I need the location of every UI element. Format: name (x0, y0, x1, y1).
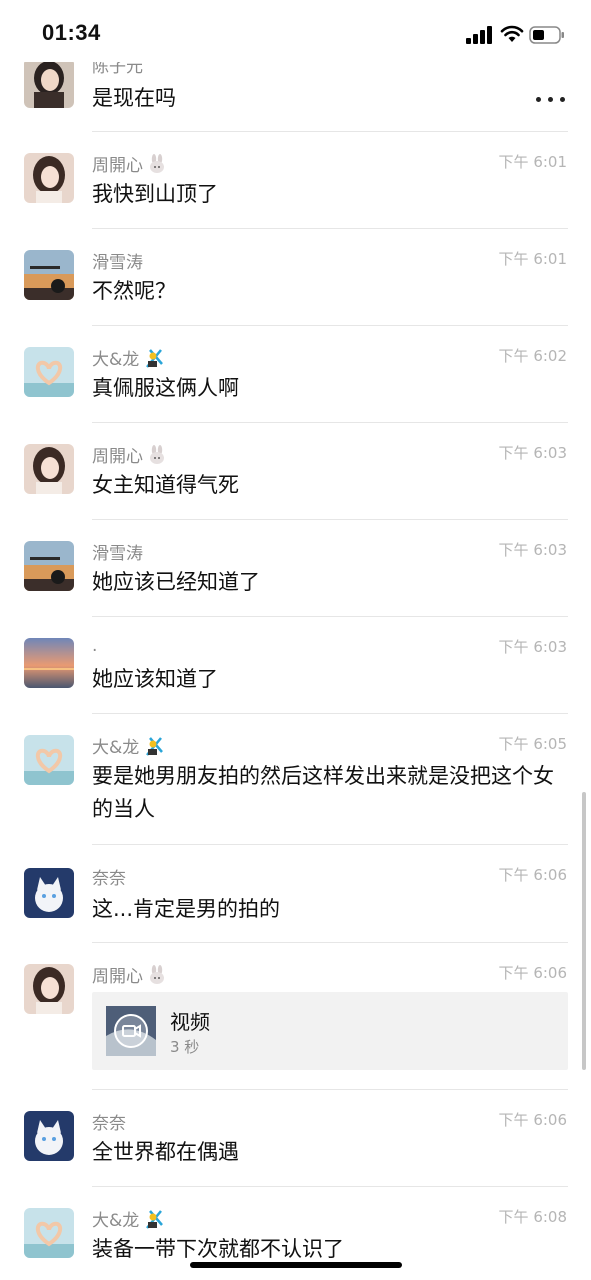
ski-emoji-icon (143, 347, 165, 374)
message-time: 下午 6:01 (498, 153, 567, 171)
message-text: 女主知道得气死 (92, 473, 239, 497)
divider (92, 131, 568, 132)
message-text: 她应该知道了 (92, 667, 218, 691)
rabbit-emoji-icon (147, 153, 167, 179)
status-bar: 01:34 (0, 0, 591, 62)
divider (92, 228, 568, 229)
message-time: 下午 6:06 (498, 964, 567, 982)
avatar[interactable] (24, 58, 74, 108)
home-indicator[interactable] (190, 1262, 402, 1268)
sender-name: 滑雪涛 (92, 253, 143, 273)
divider (92, 519, 568, 520)
sender-name: 大&龙 (92, 345, 165, 374)
message-text: 这...肯定是男的拍的 (92, 897, 281, 921)
sender-name: 周開心 (92, 442, 167, 470)
divider (92, 844, 568, 845)
avatar[interactable] (24, 868, 74, 918)
avatar[interactable] (24, 964, 74, 1014)
divider (92, 616, 568, 617)
rabbit-emoji-icon (147, 444, 167, 470)
sender-name: 周開心 (92, 151, 167, 179)
divider (92, 713, 568, 714)
message-text: 要是她男朋友拍的然后这样发出来就是没把这个女的当人 (92, 764, 554, 821)
sender-name: 大&龙 (92, 1206, 165, 1235)
message-text: 不然呢？ (92, 279, 176, 303)
message-time: 下午 6:02 (498, 347, 567, 365)
avatar[interactable] (24, 1111, 74, 1161)
message-time: 下午 6:03 (498, 541, 567, 559)
message-text: 全世界都在偶遇 (92, 1140, 239, 1164)
video-title: 视频 (170, 1010, 210, 1034)
message-time: 下午 6:03 (498, 638, 567, 656)
avatar[interactable] (24, 638, 74, 688)
divider (92, 1089, 568, 1090)
status-time: 01:34 (42, 20, 101, 45)
divider (92, 1186, 568, 1187)
divider (92, 325, 568, 326)
video-duration: 3 秒 (170, 1038, 200, 1056)
avatar[interactable] (24, 541, 74, 591)
message-text: 是现在吗 (92, 86, 176, 110)
battery-icon (529, 25, 565, 45)
avatar[interactable] (24, 1208, 74, 1258)
avatar[interactable] (24, 444, 74, 494)
message-time: 下午 6:01 (498, 250, 567, 268)
sender-name: 奈奈 (92, 1114, 126, 1134)
message-time: 下午 6:06 (498, 1111, 567, 1129)
signal-icon (466, 26, 494, 44)
avatar[interactable] (24, 735, 74, 785)
avatar[interactable] (24, 347, 74, 397)
sender-name: 大&龙 (92, 733, 165, 762)
sender-name: 奈奈 (92, 869, 126, 889)
divider (92, 942, 568, 943)
wifi-icon (500, 24, 524, 44)
avatar[interactable] (24, 153, 74, 203)
message-text: 她应该已经知道了 (92, 570, 260, 594)
ski-emoji-icon (143, 1208, 165, 1235)
message-text: 我快到山顶了 (92, 182, 218, 206)
divider (92, 422, 568, 423)
message-time: 下午 6:06 (498, 866, 567, 884)
message-text: 真佩服这俩人啊 (92, 376, 239, 400)
ski-emoji-icon (143, 735, 165, 762)
scrollbar[interactable] (582, 792, 586, 1070)
message-time: 下午 6:08 (498, 1208, 567, 1226)
rabbit-emoji-icon (147, 964, 167, 990)
sender-name: 滑雪涛 (92, 544, 143, 564)
more-options-button[interactable] (536, 92, 566, 106)
message-time: 下午 6:05 (498, 735, 567, 753)
video-message-card[interactable]: 视频 3 秒 (92, 992, 568, 1070)
avatar[interactable] (24, 250, 74, 300)
video-thumbnail[interactable] (106, 1006, 156, 1056)
sender-name: . (92, 636, 98, 656)
sender-name: 周開心 (92, 962, 167, 990)
message-time: 下午 6:03 (498, 444, 567, 462)
